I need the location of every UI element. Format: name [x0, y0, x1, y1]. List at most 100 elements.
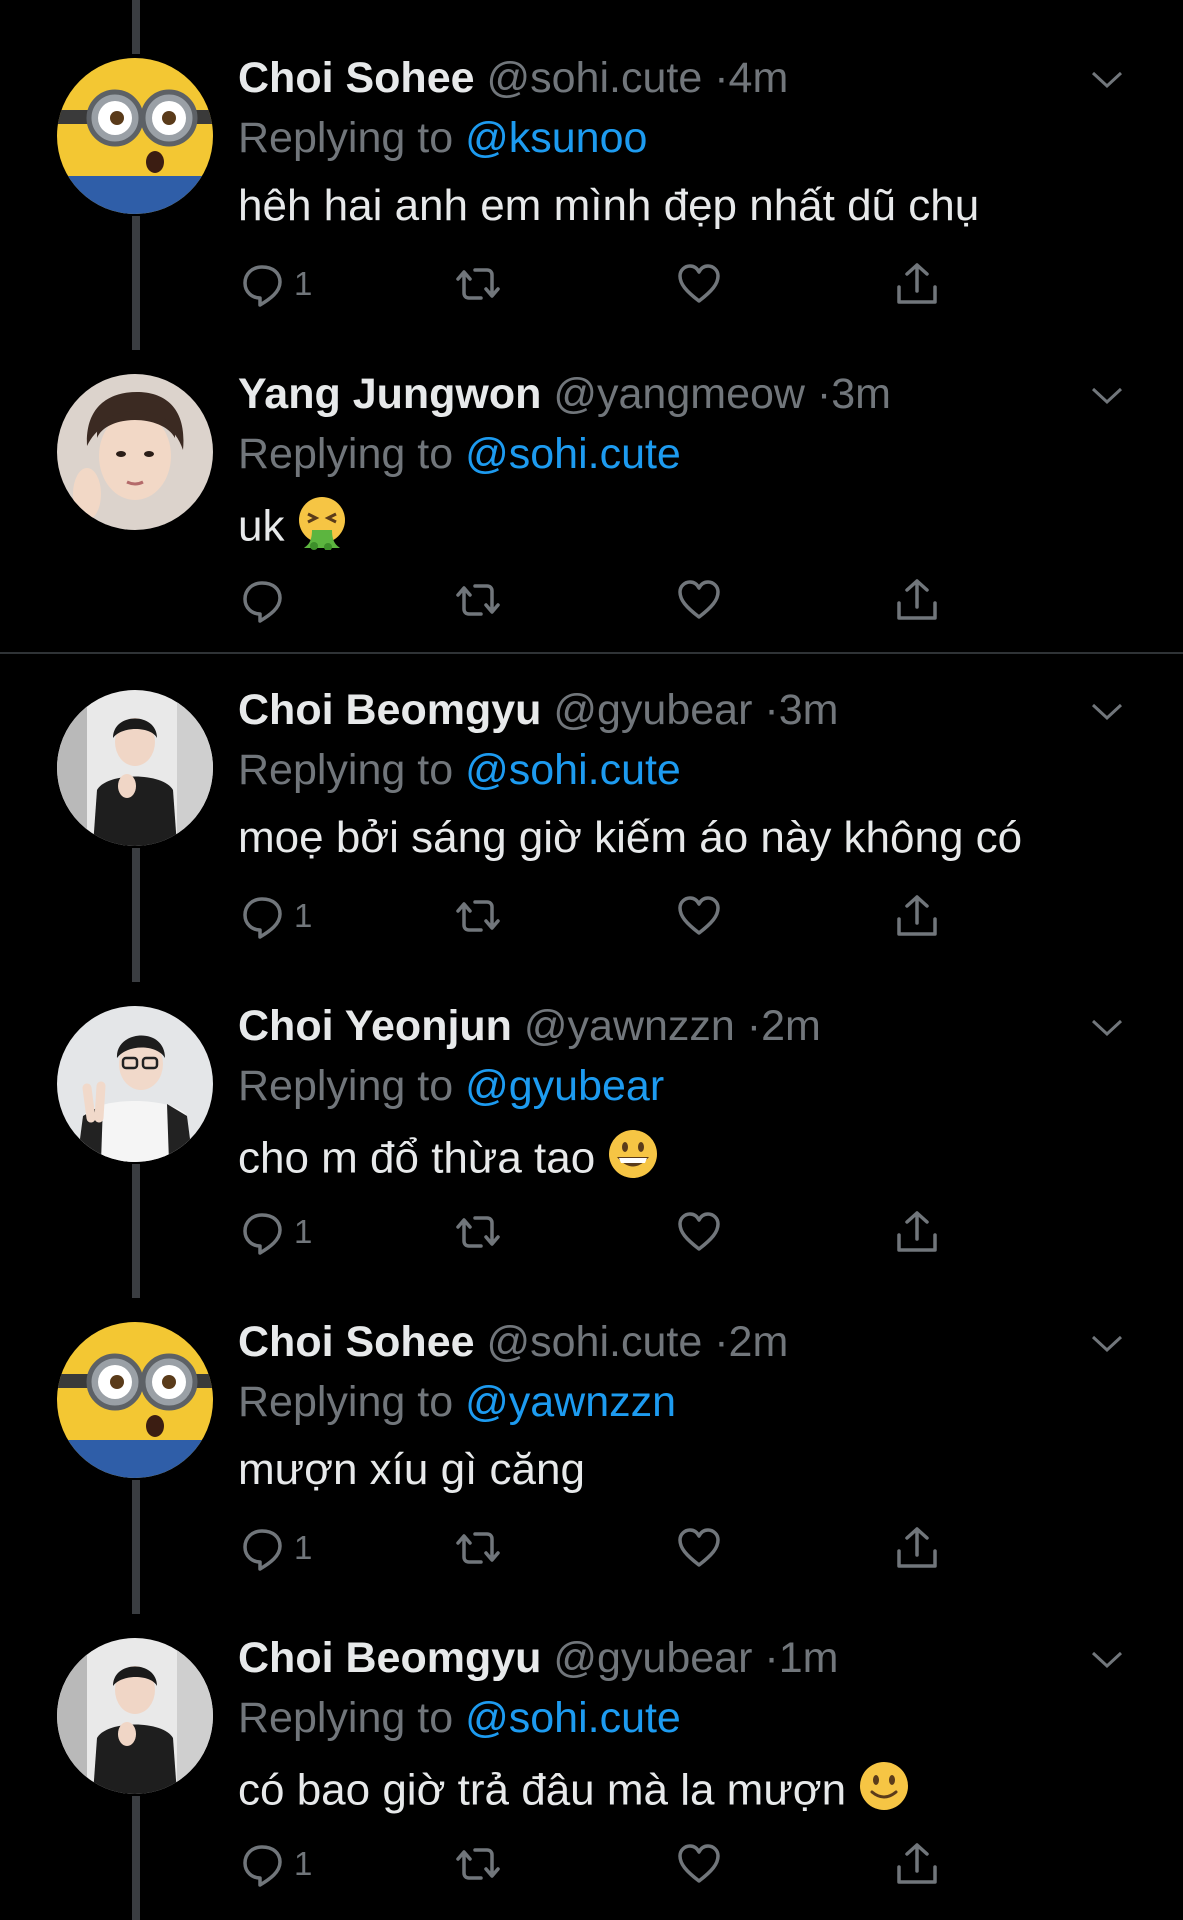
user-handle[interactable]: @yawnzzn [524, 1002, 735, 1050]
retweet-button[interactable] [455, 258, 501, 310]
tweet[interactable]: Choi Beomgyu @gyubear ·1m Replying to @s… [0, 1580, 1183, 1920]
tweet[interactable]: Choi Sohee @sohi.cute ·4m Replying to @k… [0, 0, 1183, 350]
display-name[interactable]: Choi Beomgyu [238, 1634, 541, 1682]
retweet-icon [456, 1532, 500, 1564]
chevron-down-icon[interactable] [1090, 1326, 1124, 1360]
share-button[interactable] [894, 258, 940, 310]
like-button[interactable] [676, 1838, 722, 1890]
retweet-icon [456, 1848, 500, 1880]
user-handle[interactable]: @sohi.cute [486, 1318, 702, 1366]
tweet-text-container: có bao giờ trả đâu mà la mượn [238, 1758, 912, 1828]
user-handle[interactable]: @gyubear [553, 686, 752, 734]
slightly-smiling-face-emoji [856, 1758, 912, 1828]
tweet-header: Choi Sohee @sohi.cute ·4m [238, 50, 788, 106]
tweet-text-container: cho m đổ thừa tao [238, 1126, 661, 1196]
heart-icon [678, 264, 720, 303]
tweet-header: Choi Sohee @sohi.cute ·2m [238, 1314, 788, 1370]
reply-count: 1 [294, 265, 313, 302]
action-bar: 1 [240, 258, 960, 310]
tweet[interactable]: Yang Jungwon @yangmeow ·3m Replying to @… [0, 316, 1183, 632]
tweet[interactable]: Choi Beomgyu @gyubear ·3m Replying to @s… [0, 632, 1183, 982]
chevron-down-icon[interactable] [1090, 62, 1124, 96]
minion-avatar[interactable] [57, 1322, 213, 1478]
user-handle[interactable]: @gyubear [553, 1634, 752, 1682]
mention-link[interactable]: @sohi.cute [465, 746, 681, 794]
display-name[interactable]: Choi Sohee [238, 1318, 475, 1366]
reply-icon [243, 897, 282, 939]
tweet-text: mượn xíu gì căng [238, 1445, 585, 1494]
action-bar: 1 [240, 1206, 960, 1258]
tweet-header: Choi Yeonjun @yawnzzn ·2m [238, 998, 821, 1054]
mention-link[interactable]: @sohi.cute [465, 1694, 681, 1742]
mention-link[interactable]: @sohi.cute [465, 430, 681, 478]
share-button[interactable] [894, 1838, 940, 1890]
like-button[interactable] [676, 1206, 722, 1258]
separator-dot: · [764, 686, 779, 734]
tweet-text: cho m đổ thừa tao [238, 1133, 596, 1183]
tweet-text: có bao giờ trả đâu mà la mượn [238, 1765, 847, 1815]
person-avatar[interactable] [57, 690, 213, 846]
separator-dot: · [714, 1318, 729, 1366]
timestamp[interactable]: 3m [831, 370, 891, 418]
timestamp[interactable]: 2m [729, 1318, 789, 1366]
like-button[interactable] [676, 258, 722, 310]
mention-link[interactable]: @ksunoo [465, 114, 647, 162]
chevron-down-icon[interactable] [1090, 378, 1124, 412]
retweet-button[interactable] [455, 1522, 501, 1574]
reply-button[interactable] [240, 574, 294, 626]
tweet[interactable]: Choi Sohee @sohi.cute ·2m Replying to @y… [0, 1264, 1183, 1614]
chevron-down-icon[interactable] [1090, 694, 1124, 728]
timestamp[interactable]: 3m [779, 686, 839, 734]
minion-avatar[interactable] [57, 58, 213, 214]
reply-button[interactable]: 1 [240, 1522, 312, 1574]
display-name[interactable]: Yang Jungwon [238, 370, 541, 418]
replying-to: Replying to @sohi.cute [238, 1690, 681, 1746]
reply-count: 1 [294, 1213, 313, 1250]
share-button[interactable] [894, 1522, 940, 1574]
user-handle[interactable]: @yangmeow [553, 370, 805, 418]
user-handle[interactable]: @sohi.cute [486, 54, 702, 102]
action-bar: 1 [240, 890, 960, 942]
share-icon [897, 263, 937, 304]
action-bar [240, 574, 960, 626]
reply-count: 1 [294, 1529, 313, 1566]
retweet-icon [456, 1216, 500, 1248]
share-button[interactable] [894, 1206, 940, 1258]
retweet-button[interactable] [455, 1838, 501, 1890]
retweet-button[interactable] [455, 890, 501, 942]
person-avatar[interactable] [57, 1638, 213, 1794]
reply-button[interactable]: 1 [240, 890, 312, 942]
replying-label: Replying to [238, 430, 454, 478]
display-name[interactable]: Choi Sohee [238, 54, 475, 102]
like-button[interactable] [676, 1522, 722, 1574]
mention-link[interactable]: @gyubear [465, 1062, 664, 1110]
replying-label: Replying to [238, 746, 454, 794]
display-name[interactable]: Choi Yeonjun [238, 1002, 512, 1050]
heart-icon [678, 1844, 720, 1883]
person-avatar[interactable] [57, 1006, 213, 1162]
mention-link[interactable]: @yawnzzn [465, 1378, 676, 1426]
tweet[interactable]: Choi Yeonjun @yawnzzn ·2m Replying to @g… [0, 948, 1183, 1298]
reply-button[interactable]: 1 [240, 258, 312, 310]
timestamp[interactable]: 2m [761, 1002, 821, 1050]
share-icon [897, 895, 937, 936]
separator-dot: · [746, 1002, 762, 1050]
chevron-down-icon[interactable] [1090, 1010, 1124, 1044]
reply-icon [243, 581, 282, 623]
timestamp[interactable]: 4m [729, 54, 789, 102]
reply-button[interactable]: 1 [240, 1838, 312, 1890]
like-button[interactable] [676, 890, 722, 942]
grinning-face-emoji [605, 1126, 661, 1196]
share-button[interactable] [894, 890, 940, 942]
like-button[interactable] [676, 574, 722, 626]
share-button[interactable] [894, 574, 940, 626]
person-avatar[interactable] [57, 374, 213, 530]
display-name[interactable]: Choi Beomgyu [238, 686, 541, 734]
retweet-button[interactable] [455, 1206, 501, 1258]
timestamp[interactable]: 1m [779, 1634, 839, 1682]
retweet-button[interactable] [455, 574, 501, 626]
chevron-down-icon[interactable] [1090, 1642, 1124, 1676]
reply-button[interactable]: 1 [240, 1206, 312, 1258]
tweet-text: uk [238, 501, 285, 551]
heart-icon [678, 1212, 720, 1251]
